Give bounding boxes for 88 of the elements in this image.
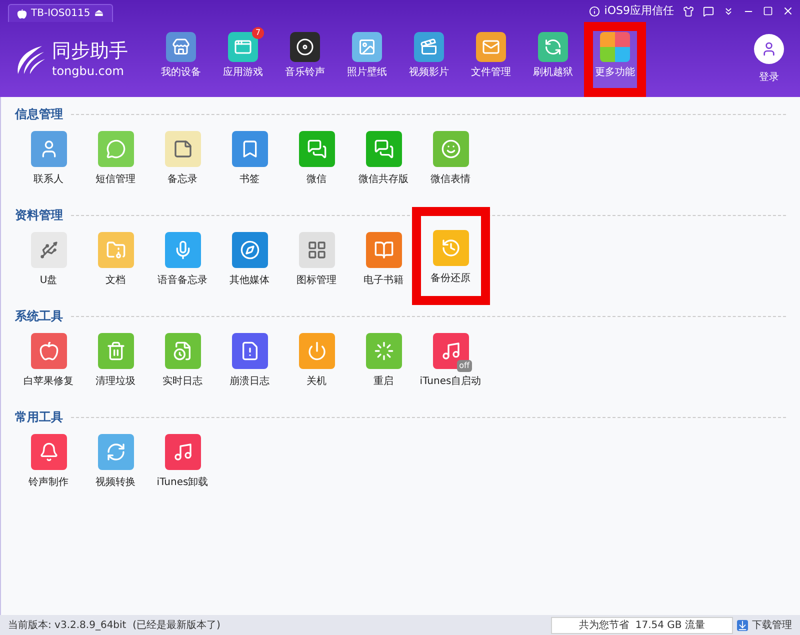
restore-clock-icon bbox=[432, 230, 468, 266]
tool-item[interactable]: 铃声制作 bbox=[28, 432, 68, 490]
tool-item[interactable]: 白苹果修复 bbox=[24, 331, 74, 389]
section-title: 信息管理 bbox=[15, 106, 63, 123]
chat-bubbles-icon bbox=[366, 131, 402, 167]
download-icon bbox=[737, 620, 748, 630]
store-icon bbox=[166, 32, 196, 62]
log-clock-icon bbox=[164, 333, 200, 369]
tool-item[interactable]: 语音备忘录 bbox=[158, 230, 208, 288]
logo-domain: tongbu.com bbox=[52, 64, 125, 79]
clapperboard-icon bbox=[414, 32, 444, 62]
nav-tab[interactable]: 照片壁纸 bbox=[336, 22, 398, 97]
savings-text: 共为您节省 17.54 GB 流量 bbox=[551, 616, 733, 634]
icon-grid-icon bbox=[298, 232, 334, 268]
trash-icon bbox=[98, 333, 134, 369]
tool-item[interactable]: 微信共存版 bbox=[358, 129, 408, 187]
device-tab[interactable]: TB-IOS0115 ⏏ bbox=[8, 4, 113, 22]
login-button[interactable]: 登录 bbox=[738, 22, 800, 97]
picture-icon bbox=[352, 32, 382, 62]
tool-item[interactable]: 图标管理 bbox=[296, 230, 336, 288]
skin-icon[interactable] bbox=[683, 6, 694, 16]
tool-item[interactable]: 联系人 bbox=[30, 129, 66, 187]
logo-title: 同步助手 bbox=[52, 40, 128, 64]
tool-item[interactable]: 微信 bbox=[298, 129, 334, 187]
tool-item[interactable]: 短信管理 bbox=[96, 129, 136, 187]
tool-item[interactable]: 清理垃圾 bbox=[96, 331, 136, 389]
downloads-button[interactable]: 下载管理 bbox=[737, 618, 792, 632]
media-icon bbox=[232, 232, 268, 268]
tool-item[interactable]: 重启 bbox=[366, 331, 402, 389]
tool-item[interactable]: 备忘录 bbox=[164, 129, 200, 187]
tool-item[interactable]: 备份还原 bbox=[412, 207, 490, 305]
notepad-icon bbox=[164, 131, 200, 167]
nav-tab[interactable]: 我的设备 bbox=[150, 22, 212, 97]
bell-icon bbox=[30, 434, 66, 470]
color-tiles-icon bbox=[600, 32, 630, 62]
trust-link[interactable]: iOS9应用信任 bbox=[589, 2, 674, 20]
book-icon bbox=[366, 232, 402, 268]
tool-item[interactable]: 电子书籍 bbox=[364, 230, 404, 288]
avatar-icon bbox=[754, 34, 784, 64]
tool-item[interactable]: iTunes卸载 bbox=[156, 432, 208, 490]
envelope-icon bbox=[476, 32, 506, 62]
bookmark-icon bbox=[232, 131, 268, 167]
tool-item[interactable]: 实时日志 bbox=[162, 331, 202, 389]
device-name: TB-IOS0115 bbox=[31, 7, 90, 21]
apple-repair-icon bbox=[30, 333, 66, 369]
section-title: 常用工具 bbox=[15, 409, 63, 426]
nav-tab[interactable]: 文件管理 bbox=[460, 22, 522, 97]
microphone-icon bbox=[164, 232, 200, 268]
crash-file-icon bbox=[232, 333, 268, 369]
apple-icon bbox=[17, 8, 27, 18]
nav-tab[interactable]: 视频影片 bbox=[398, 22, 460, 97]
tool-item[interactable]: 其他媒体 bbox=[230, 230, 270, 288]
refresh-icon bbox=[538, 32, 568, 62]
tool-item[interactable]: 视频转换 bbox=[96, 432, 136, 490]
chat-bubbles-icon bbox=[298, 131, 334, 167]
off-badge: off bbox=[457, 360, 472, 372]
spinner-icon bbox=[366, 333, 402, 369]
tool-item[interactable]: 崩溃日志 bbox=[230, 331, 270, 389]
folder-icon bbox=[98, 232, 134, 268]
video-convert-icon bbox=[98, 434, 134, 470]
nav-tab[interactable]: 7 应用游戏 bbox=[212, 22, 274, 97]
power-icon bbox=[298, 333, 334, 369]
music-note-icon bbox=[164, 434, 200, 470]
eject-icon[interactable]: ⏏ bbox=[94, 6, 104, 21]
app-store-icon bbox=[228, 32, 258, 62]
nav-tab[interactable]: 更多功能 bbox=[584, 22, 646, 97]
contact-icon bbox=[30, 131, 66, 167]
music-note-icon bbox=[432, 333, 468, 369]
tool-item[interactable]: U盘 bbox=[30, 230, 66, 288]
maximize-icon[interactable] bbox=[763, 6, 773, 16]
speech-bubble-icon bbox=[98, 131, 134, 167]
info-icon bbox=[589, 6, 600, 16]
section-title: 资料管理 bbox=[15, 207, 63, 224]
version-text: 当前版本: v3.2.8.9_64bit (已经是最新版本了) bbox=[8, 618, 220, 632]
smiley-icon bbox=[432, 131, 468, 167]
tool-item[interactable]: 书签 bbox=[232, 129, 268, 187]
count-badge: 7 bbox=[252, 27, 264, 39]
nav-tab[interactable]: 刷机越狱 bbox=[522, 22, 584, 97]
tool-item[interactable]: off iTunes自启动 bbox=[420, 331, 482, 389]
close-icon[interactable] bbox=[782, 5, 794, 17]
nav-tab[interactable]: 音乐铃声 bbox=[274, 22, 336, 97]
tool-item[interactable]: 文档 bbox=[98, 230, 134, 288]
menu-icon[interactable] bbox=[723, 6, 734, 16]
tool-item[interactable]: 微信表情 bbox=[430, 129, 470, 187]
feedback-icon[interactable] bbox=[703, 6, 714, 16]
usb-drive-icon bbox=[30, 232, 66, 268]
section-title: 系统工具 bbox=[15, 308, 63, 325]
tool-item[interactable]: 关机 bbox=[298, 331, 334, 389]
